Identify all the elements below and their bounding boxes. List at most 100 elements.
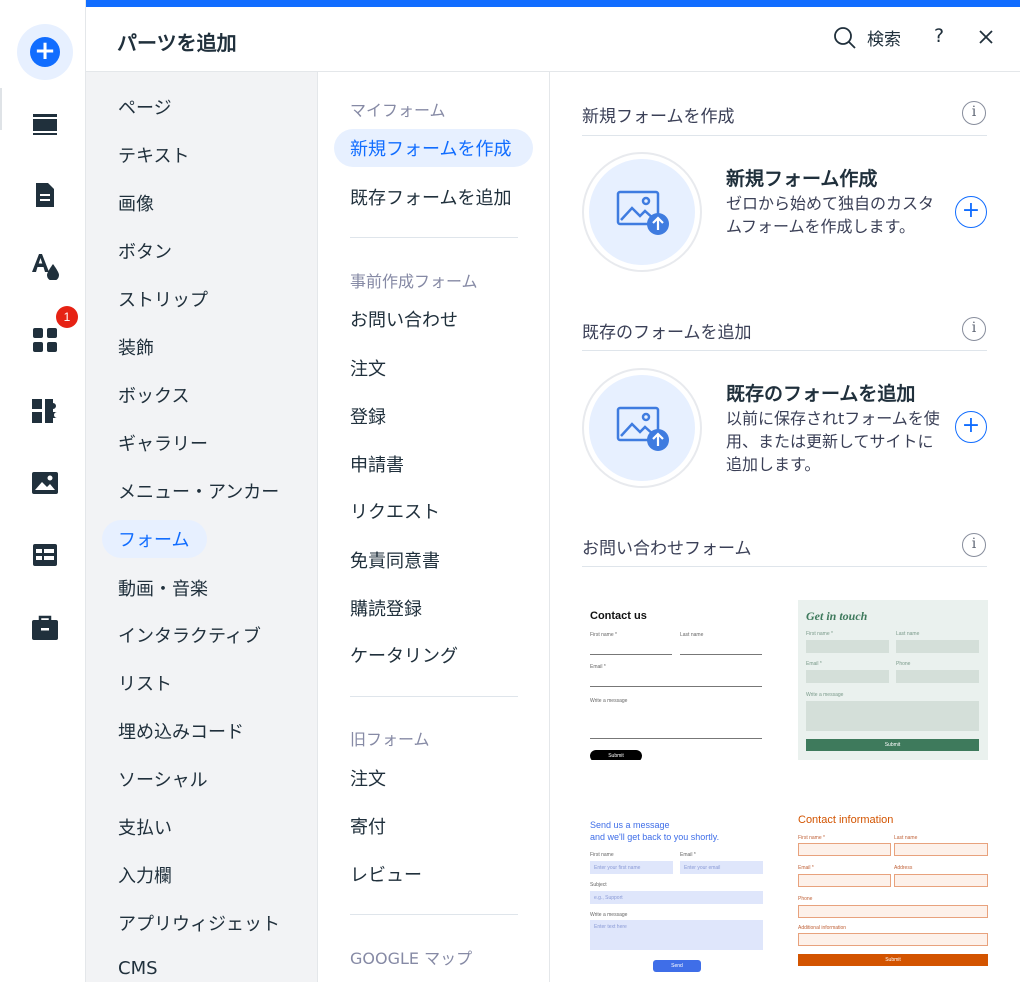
new-form-card-description: ゼロから始めて独自のカスタムフォームを作成します。 (726, 194, 935, 236)
search-button[interactable]: 検索 (833, 25, 901, 50)
subcategory-item[interactable]: リクエスト (350, 498, 440, 524)
left-toolbar: + 1 (0, 0, 86, 982)
subcategory-item[interactable]: 寄付 (350, 813, 386, 839)
category-item[interactable]: 画像 (118, 190, 154, 216)
theme-icon (32, 254, 59, 280)
info-icon[interactable]: i (962, 101, 986, 125)
section-divider (582, 566, 987, 567)
contact-form-template-4[interactable]: Contact information First name * Last na… (798, 812, 988, 982)
divider (350, 696, 518, 697)
apps-grid-icon (33, 328, 57, 352)
subcategory-item[interactable]: 購読登録 (350, 595, 422, 621)
existing-form-card-description: 以前に保存されtフォームを使用、または更新してサイトに追加します。 (726, 409, 940, 474)
subcategory-item[interactable]: 既存フォームを追加 (350, 184, 511, 210)
subcategory-item[interactable]: 登録 (350, 403, 386, 429)
blog-button[interactable] (17, 167, 73, 223)
puzzle-icon (32, 399, 57, 423)
help-button[interactable]: ? (934, 25, 944, 47)
existing-form-thumbnail[interactable] (582, 368, 702, 488)
template-subtitle: and we'll get back to you shortly. (590, 832, 720, 842)
field-label: Additional information (798, 925, 847, 931)
panel-top-accent-bar (86, 0, 1020, 7)
panel-header: パーツを追加 検索 ? (86, 7, 1020, 72)
field-label: Email * (680, 852, 696, 858)
portfolio-button[interactable] (17, 600, 73, 656)
category-list: ページ テキスト 画像 ボタン ストリップ 装飾 ボックス ギャラリー メニュー… (86, 72, 318, 982)
image-upload-icon (616, 406, 669, 451)
template-title: Contact us (590, 610, 647, 622)
field-label: Email * (798, 865, 814, 871)
category-item[interactable]: メニュー・アンカー (118, 478, 279, 504)
subcategory-item[interactable]: 免責同意書 (350, 547, 440, 573)
category-item[interactable]: アプリウィジェット (118, 910, 280, 936)
info-icon[interactable]: i (962, 317, 986, 341)
add-existing-form-button[interactable]: + (955, 411, 987, 443)
subcategory-item[interactable]: ケータリング (350, 642, 458, 668)
close-button[interactable] (976, 27, 996, 51)
plus-circle-icon: + (30, 37, 60, 67)
add-elements-panel: パーツを追加 検索 ? ページ テキスト 画像 ボタン ストリップ 装飾 ボック… (86, 0, 1020, 982)
field-label: First name * (590, 632, 617, 638)
subcategory-item[interactable]: 申請書 (350, 451, 404, 477)
existing-form-card-title: 既存のフォームを追加 (726, 383, 916, 405)
category-item[interactable]: インタラクティブ (118, 622, 261, 648)
table-icon (33, 544, 57, 566)
field-label: Last name (894, 835, 918, 841)
category-item[interactable]: ストリップ (118, 286, 208, 312)
cms-button[interactable] (17, 527, 73, 583)
subcategory-item-selected[interactable]: 新規フォームを作成 (350, 135, 511, 161)
category-item[interactable]: テキスト (118, 142, 189, 168)
media-button[interactable] (17, 455, 73, 511)
existing-form-section-title: 既存のフォームを追加 (582, 323, 752, 343)
category-item[interactable]: ボタン (118, 238, 172, 264)
category-item[interactable]: ギャラリー (118, 430, 208, 456)
subcategory-item[interactable]: 注文 (350, 355, 386, 381)
category-item[interactable]: 埋め込みコード (118, 718, 244, 744)
field-label: Email * (590, 664, 606, 670)
briefcase-icon (32, 615, 58, 640)
contact-form-template-3[interactable]: Send us a message and we'll get back to … (582, 812, 772, 982)
divider (350, 237, 518, 238)
my-forms-heading: マイフォーム (350, 101, 446, 120)
info-icon[interactable]: i (962, 533, 986, 557)
form-subcategory-list: マイフォーム 新規フォームを作成 既存フォームを追加 事前作成フォーム お問い合… (318, 72, 550, 982)
google-maps-heading: GOOGLE マップ (350, 949, 473, 968)
submit-button-preview: Submit (590, 750, 642, 760)
field-label: Last name (896, 631, 920, 637)
form-content-area: 新規フォームを作成 i 新規フォーム作成 ゼロから始めて独自のカスタムフォームを… (550, 72, 1020, 982)
category-item[interactable]: リスト (118, 670, 172, 696)
pages-button[interactable] (17, 96, 73, 152)
contact-form-template-2[interactable]: Get in touch First name * Last name Emai… (798, 600, 988, 760)
template-title: Send us a message (590, 820, 670, 830)
category-item[interactable]: 装飾 (118, 334, 154, 360)
contact-form-template-1[interactable]: Contact us First name * Last name Email … (582, 600, 772, 760)
rail-edge-marker (0, 88, 6, 130)
add-elements-button[interactable]: + (17, 24, 73, 80)
business-button[interactable] (17, 383, 73, 439)
add-new-form-button[interactable]: + (955, 196, 987, 228)
subcategory-item[interactable]: 注文 (350, 765, 386, 791)
search-icon (834, 26, 856, 49)
category-item-selected[interactable]: フォーム (118, 526, 189, 552)
design-button[interactable] (17, 238, 73, 294)
placeholder-text: Enter text here (594, 924, 627, 930)
category-item[interactable]: ページ (118, 94, 172, 120)
field-label: First name * (806, 631, 833, 637)
category-item[interactable]: 支払い (118, 814, 172, 840)
search-label: 検索 (867, 30, 901, 50)
field-label: Phone (896, 661, 911, 667)
category-item[interactable]: 入力欄 (118, 862, 172, 888)
category-item[interactable]: ボックス (118, 382, 189, 408)
category-item[interactable]: 動画・音楽 (118, 575, 208, 601)
new-form-thumbnail[interactable] (582, 152, 702, 272)
field-label: Phone (798, 896, 813, 902)
category-item[interactable]: CMS (118, 958, 158, 979)
field-label: First name (590, 852, 614, 858)
subcategory-item[interactable]: お問い合わせ (350, 306, 458, 332)
section-divider (582, 135, 987, 136)
subcategory-item[interactable]: レビュー (350, 861, 422, 887)
new-form-section-title: 新規フォームを作成 (582, 107, 735, 127)
category-item[interactable]: ソーシャル (118, 766, 208, 792)
panel-title: パーツを追加 (117, 31, 237, 55)
submit-button-preview: Send (653, 960, 701, 972)
